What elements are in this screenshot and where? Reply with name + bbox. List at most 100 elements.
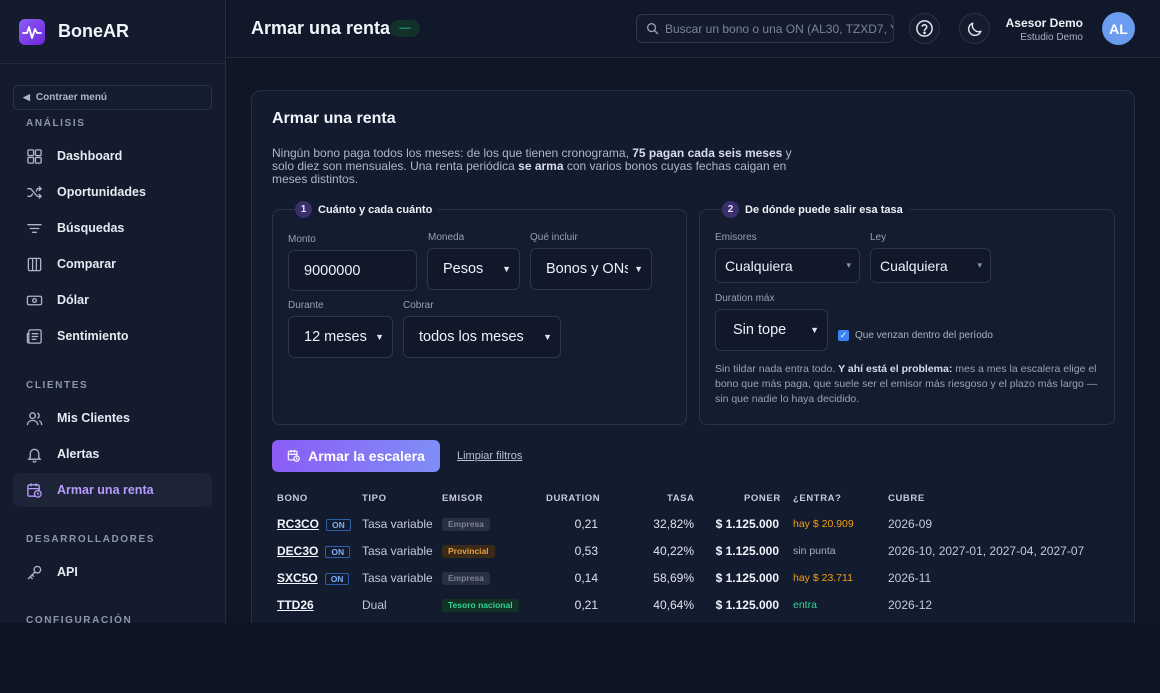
help-button[interactable]	[909, 13, 940, 44]
section-analisis: ANÁLISIS	[26, 118, 86, 129]
poner-cell: $ 1.125.000	[715, 571, 779, 585]
sidebar-item-armar-una-renta[interactable]: Armar una renta	[13, 473, 212, 507]
collapse-menu-button[interactable]: ◀ Contraer menú	[13, 85, 212, 110]
emisor-tag: Tesoro nacional	[442, 599, 519, 613]
chevron-down-icon: ▼	[543, 332, 552, 342]
sidebar-item-dolar[interactable]: Dólar	[13, 283, 212, 317]
armar-escalera-label: Armar la escalera	[308, 448, 425, 464]
tasa-cell: 32,82%	[653, 517, 694, 531]
panel-title: Cuánto y cada cuánto	[318, 203, 433, 216]
col-header-tasa[interactable]: TASA	[667, 493, 695, 504]
tipo-cell: Tasa variable	[362, 571, 433, 585]
theme-toggle-button[interactable]	[959, 13, 990, 44]
sidebar-item-label: Mis Clientes	[57, 411, 130, 425]
sidebar-item-label: API	[57, 565, 78, 579]
duration-select[interactable]: Sin tope ▼	[715, 309, 828, 351]
col-header-entra[interactable]: ¿ENTRA?	[793, 493, 842, 504]
bottom-area	[0, 623, 1160, 693]
sidebar-item-oportunidades[interactable]: Oportunidades	[13, 175, 212, 209]
col-header-tipo[interactable]: TIPO	[362, 493, 387, 504]
emisores-select[interactable]: Cualquiera ▾	[715, 248, 860, 283]
note-bold: Y ahí está el problema:	[838, 363, 953, 375]
brand[interactable]: BoneAR	[0, 0, 225, 64]
monto-value: 9000000	[304, 262, 361, 279]
sidebar-item-label: Sentimiento	[57, 329, 129, 343]
search-bar[interactable]	[636, 14, 894, 43]
bond-link[interactable]: DEC3O	[277, 544, 318, 558]
calendar-clock-icon	[27, 482, 42, 498]
key-icon	[27, 565, 42, 579]
newspaper-icon	[26, 328, 42, 344]
pulse-logo-icon	[19, 18, 45, 45]
duration-value: Sin tope	[733, 322, 787, 338]
ley-value: Cualquiera	[880, 257, 948, 274]
bond-link[interactable]: RC3CO	[277, 517, 319, 531]
monto-label: Monto	[288, 234, 316, 245]
table-row[interactable]: DEC3O ON Tasa variable Provincial 0,53 40…	[252, 538, 1134, 565]
incluir-select[interactable]: Bonos y ONs ▼	[530, 248, 652, 290]
moneda-value: Pesos	[443, 261, 484, 277]
bond-link[interactable]: TTD26	[277, 598, 314, 612]
poner-cell: $ 1.125.000	[715, 544, 779, 558]
ley-select[interactable]: Cualquiera ▾	[870, 248, 991, 283]
col-header-bono[interactable]: BONO	[277, 493, 308, 504]
sidebar-item-comparar[interactable]: Comparar	[13, 247, 212, 281]
cubre-cell: 2026-11	[888, 571, 932, 585]
durante-select[interactable]: 12 meses ▼	[288, 316, 393, 358]
entra-cell: sin punta	[793, 545, 836, 557]
sidebar-item-mis-clientes[interactable]: Mis Clientes	[13, 401, 212, 435]
main-card: Armar una renta Ningún bono paga todos l…	[251, 90, 1135, 650]
user-name: Asesor Demo	[1005, 16, 1083, 30]
moon-icon	[967, 21, 982, 36]
cubre-cell: 2026-10, 2027-01, 2027-04, 2027-07	[888, 544, 1085, 558]
avatar[interactable]: AL	[1102, 12, 1135, 45]
incluir-label: Qué incluir	[530, 232, 578, 243]
tipo-cell: Tasa variable	[362, 517, 433, 531]
note-part: Sin tildar nada entra todo.	[715, 363, 839, 375]
caret-left-icon: ◀	[23, 92, 30, 102]
monto-input[interactable]: 9000000	[288, 250, 417, 291]
sidebar-item-label: Oportunidades	[57, 185, 146, 199]
bond-link[interactable]: SXC5O	[277, 571, 318, 585]
sidebar-item-busquedas[interactable]: Búsquedas	[13, 211, 212, 245]
duration-cell: 0,21	[574, 598, 598, 612]
col-header-emisor[interactable]: EMISOR	[442, 493, 483, 504]
armar-escalera-button[interactable]: Armar la escalera	[272, 440, 440, 472]
table-row[interactable]: TTD26 Dual Tesoro nacional 0,21 40,64% $…	[252, 592, 1134, 619]
chevron-down-icon: ▼	[634, 264, 643, 274]
col-header-cubre[interactable]: CUBRE	[888, 493, 925, 504]
sidebar-item-alertas[interactable]: Alertas	[13, 437, 212, 471]
user-info[interactable]: Asesor Demo Estudio Demo	[1006, 16, 1083, 43]
limpiar-filtros-link[interactable]: Limpiar filtros	[457, 450, 522, 462]
emisor-tag: Empresa	[442, 572, 490, 586]
collapse-menu-label: Contraer menú	[35, 92, 108, 103]
tipo-cell: Dual	[362, 598, 387, 612]
emisores-value: Cualquiera	[725, 257, 793, 274]
cobrar-value: todos los meses	[419, 329, 524, 345]
col-header-poner[interactable]: PONER	[744, 493, 781, 504]
poner-cell: $ 1.125.000	[715, 598, 779, 612]
sidebar-item-label: Dashboard	[57, 149, 123, 163]
sidebar-item-label: Búsquedas	[57, 221, 125, 235]
step-badge: 1	[295, 201, 312, 218]
table-row[interactable]: SXC5O ON Tasa variable Empresa 0,14 58,69…	[252, 565, 1134, 592]
page-title: Armar una renta	[251, 18, 391, 38]
table-row[interactable]: RC3CO ON Tasa variable Empresa 0,21 32,82…	[252, 511, 1134, 538]
search-input[interactable]	[665, 21, 893, 36]
durante-label: Durante	[288, 300, 324, 311]
cobrar-select[interactable]: todos los meses ▼	[403, 316, 561, 358]
vencimiento-checkbox[interactable]: ✓ Que venzan dentro del período	[838, 330, 993, 341]
card-title: Armar una renta	[272, 110, 396, 127]
panel-cuanto: 1 Cuánto y cada cuánto Monto 9000000 Mon…	[272, 201, 687, 425]
sidebar-item-api[interactable]: API	[13, 555, 212, 589]
on-badge: ON	[324, 572, 350, 585]
moneda-select[interactable]: Pesos ▼	[427, 248, 520, 290]
sidebar-item-dashboard[interactable]: Dashboard	[13, 139, 212, 173]
sidebar-item-sentimiento[interactable]: Sentimiento	[13, 319, 212, 353]
intro-part: Ningún bono paga todos los meses: de los…	[272, 146, 633, 160]
intro-text: Ningún bono paga todos los meses: de los…	[272, 147, 792, 186]
col-header-duration[interactable]: DURATION	[546, 493, 600, 504]
section-desarrolladores: DESARROLLADORES	[26, 534, 156, 545]
calendar-clock-icon	[287, 449, 300, 462]
poner-cell: $ 1.125.000	[715, 517, 779, 531]
